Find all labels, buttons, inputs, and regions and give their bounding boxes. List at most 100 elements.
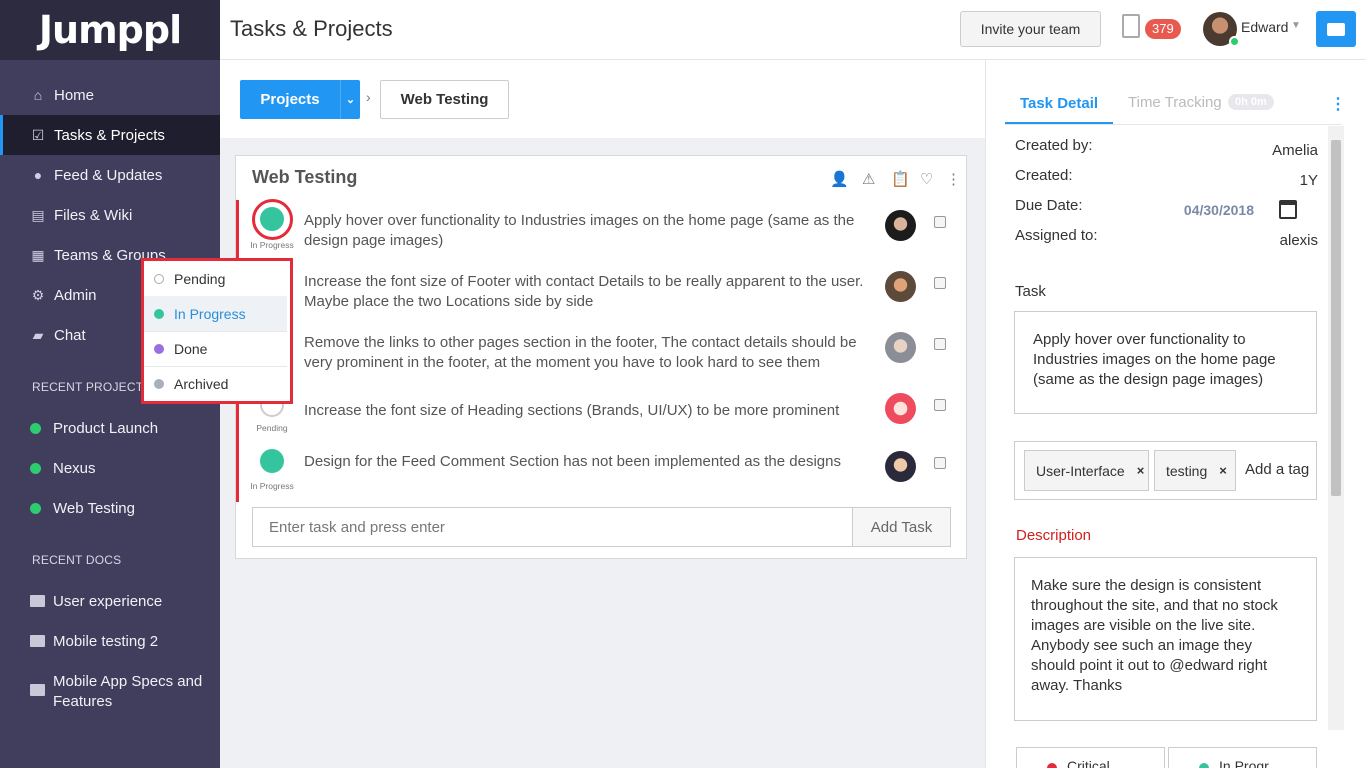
checkbox-icon: ☑ [31,126,45,143]
status-label: In Progress [250,240,294,250]
tag-label: User-Interface [1036,462,1125,479]
calendar-icon[interactable] [1279,200,1297,219]
status-label: In Progr [1219,758,1269,768]
clipboard-icon[interactable]: 📋 [891,170,910,188]
status-dot [1199,763,1209,768]
task-checkbox[interactable] [934,277,946,289]
status-option-label: Pending [174,270,226,287]
grid-icon: ▦ [31,246,45,263]
sidebar-item-label: Chat [54,326,86,344]
description-label: Description [1016,527,1092,544]
chat-bubbles-icon [1327,22,1345,36]
close-icon[interactable]: × [1219,463,1227,478]
chevron-down-icon[interactable]: ▼ [1291,20,1301,31]
status-toggle[interactable] [260,449,284,473]
task-text[interactable]: Remove the links to other pages section … [304,333,864,373]
recent-project-label: Product Launch [53,419,159,437]
recent-project-label: Web Testing [53,499,135,517]
folder-icon [30,635,45,647]
invite-team-button[interactable]: Invite your team [960,11,1101,47]
due-date-value[interactable]: 04/30/2018 [1184,202,1254,218]
status-select[interactable]: In Progr [1168,747,1317,768]
status-dot [154,273,164,284]
chat-toggle-button[interactable] [1316,11,1356,47]
close-icon[interactable]: × [1137,463,1145,478]
assignee-avatar[interactable] [885,271,916,302]
recent-doc-label: User experience [53,592,163,610]
notification-count-badge: 379 [1145,19,1181,39]
task-checkbox[interactable] [934,457,946,469]
current-project-button[interactable]: Web Testing [380,80,509,119]
assignee-avatar[interactable] [885,332,916,363]
assigned-to-value[interactable]: alexis [1280,232,1318,249]
new-task-input[interactable]: Enter task and press enter [252,507,853,547]
priority-dot [1047,763,1057,768]
status-option-in-progress[interactable]: In Progress [144,296,287,332]
add-tag-input[interactable]: Add a tag [1245,461,1309,478]
assignee-avatar[interactable] [885,393,916,424]
recent-project-label: Nexus [53,459,96,477]
task-text[interactable]: Design for the Feed Comment Section has … [304,452,864,472]
recent-doc-item[interactable]: Mobile testing 2 [0,621,220,661]
task-text[interactable]: Increase the font size of Heading sectio… [304,401,864,421]
speech-bubble-icon: ● [33,167,43,183]
add-user-icon[interactable]: 👤 [830,170,849,188]
task-textarea[interactable]: Apply hover over functionality to Indust… [1014,311,1317,414]
chevron-down-icon[interactable]: ⌄ [340,80,360,119]
status-option-pending[interactable]: Pending [144,261,287,297]
status-dot [154,308,164,319]
priority-label: Critical [1067,758,1110,768]
status-option-label: In Progress [174,305,246,322]
task-text[interactable]: Apply hover over functionality to Indust… [304,211,864,251]
recent-doc-item[interactable]: User experience [0,581,220,621]
sidebar-item-tasks-projects[interactable]: ☑ Tasks & Projects [0,115,220,155]
clipboard-icon[interactable] [1122,14,1140,38]
sidebar-item-feed-updates[interactable]: ● Feed & Updates [0,155,220,195]
heart-icon[interactable]: ♡ [920,170,933,188]
recent-doc-item[interactable]: Mobile App Specs and Features [0,668,220,714]
projects-button[interactable]: Projects ⌄ [240,80,360,119]
tab-task-detail[interactable]: Task Detail [1005,84,1113,124]
recent-project-item[interactable]: Web Testing [0,488,220,528]
add-task-button[interactable]: Add Task [852,507,951,547]
project-status-dot [30,422,41,434]
tab-time-tracking[interactable]: Time Tracking [1128,94,1222,111]
more-vertical-icon[interactable]: ⋮ [946,170,961,188]
chat-icon: ▰ [32,326,44,343]
status-option-done[interactable]: Done [144,331,287,367]
sidebar-item-home[interactable]: ⌂ Home [0,75,220,115]
task-text[interactable]: Increase the font size of Footer with co… [304,272,864,312]
task-checkbox[interactable] [934,399,946,411]
app-logo[interactable]: Jumppl [0,0,220,60]
created-label: Created: [1015,167,1073,184]
home-icon: ⌂ [33,87,43,103]
recent-project-item[interactable]: Nexus [0,448,220,488]
user-name[interactable]: Edward [1241,19,1288,35]
file-icon: ▤ [31,206,45,223]
task-checkbox[interactable] [934,338,946,350]
priority-select[interactable]: Critical [1016,747,1165,768]
chevron-right-icon: › [366,89,371,105]
status-option-label: Done [174,340,208,357]
status-option-archived[interactable]: Archived [144,366,287,402]
status-toggle[interactable] [260,207,284,231]
assignee-avatar[interactable] [885,451,916,482]
scrollbar-thumb[interactable] [1331,140,1341,496]
projects-label: Projects [260,91,320,108]
task-label: Task [1015,283,1046,300]
description-textarea[interactable]: Make sure the design is consistent throu… [1014,557,1317,721]
sidebar-item-label: Tasks & Projects [54,126,165,144]
recent-doc-label: Mobile App Specs and Features [53,673,203,710]
sidebar-item-files-wiki[interactable]: ▤ Files & Wiki [0,195,220,235]
warning-icon[interactable]: ⚠ [862,170,875,188]
recent-projects-title: RECENT PROJECTS [32,380,152,394]
sidebar-item-label: Home [54,86,95,104]
assignee-avatar[interactable] [885,210,916,241]
more-vertical-icon[interactable]: ⋮ [1330,94,1346,114]
recent-docs-title: RECENT DOCS [32,553,122,567]
task-checkbox[interactable] [934,216,946,228]
status-option-label: Archived [174,376,229,392]
recent-project-item[interactable]: Product Launch [0,408,220,448]
created-value: 1Y [1299,172,1318,189]
tab-divider [1005,124,1342,125]
